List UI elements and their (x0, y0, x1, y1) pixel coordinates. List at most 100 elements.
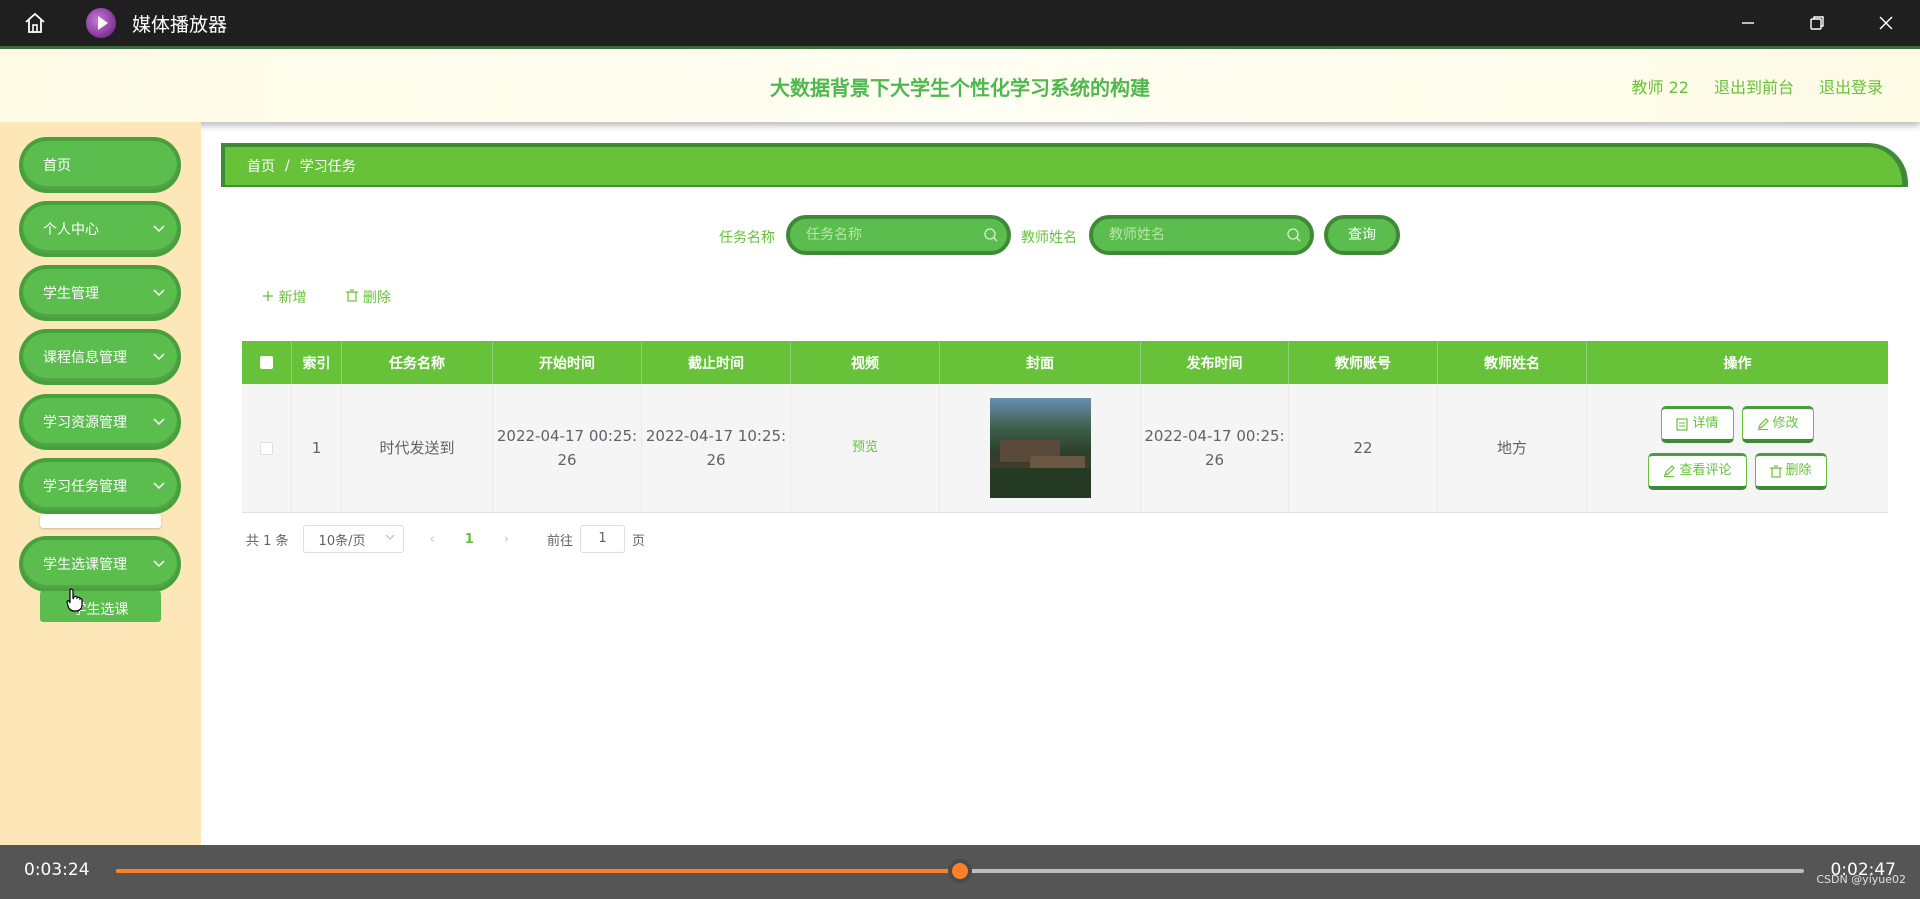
publish-time-cell: 2022-04-17 00:25: 26 (1141, 384, 1289, 512)
column-header: 索引 (292, 341, 342, 384)
search-bar: 任务名称 任务名称 教师姓名 教师姓名 查询 (0, 215, 1920, 255)
sidebar-item-label: 学生选课管理 (43, 557, 127, 573)
column-header: 开始时间 (493, 341, 642, 384)
task-name-cell: 时代发送到 (342, 384, 493, 512)
minimize-icon[interactable] (1713, 0, 1782, 46)
close-icon[interactable] (1851, 0, 1920, 46)
sidebar-item-label: 学习任务管理 (43, 479, 127, 495)
operations-row: 详情 修改 (1661, 406, 1814, 443)
column-header: 教师姓名 (1438, 341, 1587, 384)
column-header: 教师账号 (1289, 341, 1438, 384)
start-time-line1: 2022-04-17 00:25: (496, 427, 638, 445)
view-comments-label: 查看评论 (1679, 463, 1732, 478)
operations-cell: 详情 修改 查看评论 删除 (1587, 384, 1888, 512)
submenu-placeholder[interactable] (40, 514, 161, 528)
goto-label: 前往 (547, 533, 574, 549)
app-header: 大数据背景下大学生个性化学习系统的构建 教师 22 退出到前台 退出登录 (0, 46, 1920, 122)
operations-group: 详情 修改 查看评论 删除 (1648, 406, 1827, 490)
cover-cell (940, 384, 1141, 512)
sidebar-item-learning-resources[interactable]: 学习资源管理 (19, 394, 181, 450)
start-time-line2: 26 (557, 451, 577, 469)
start-time-cell: 2022-04-17 00:25: 26 (493, 384, 642, 512)
edit-button[interactable]: 修改 (1741, 406, 1814, 443)
row-delete-label: 删除 (1785, 463, 1812, 478)
page-size-select[interactable]: 10条/页 (302, 525, 404, 553)
sidebar-item-student-management[interactable]: 学生管理 (19, 265, 181, 321)
sidebar-item-label: 学习资源管理 (43, 415, 127, 431)
back-to-front-link[interactable]: 退出到前台 (1714, 74, 1794, 98)
index-cell: 1 (292, 384, 342, 512)
select-all-cell (242, 341, 292, 384)
sidebar-item-course-info[interactable]: 课程信息管理 (19, 329, 181, 385)
column-header: 视频 (791, 341, 940, 384)
header-links: 教师 22 退出到前台 退出登录 (1632, 74, 1883, 98)
sidebar-item-label: 学生管理 (43, 286, 99, 302)
video-cell: 预览 (791, 384, 940, 512)
teacher-account-cell: 22 (1289, 384, 1438, 512)
row-checkbox[interactable] (260, 441, 273, 455)
detail-button[interactable]: 详情 (1661, 406, 1734, 443)
logout-link[interactable]: 退出登录 (1819, 74, 1883, 98)
seek-bar[interactable] (116, 859, 1804, 883)
edit-button-label: 修改 (1772, 416, 1799, 431)
delete-button-label: 删除 (362, 290, 391, 306)
end-time-cell: 2022-04-17 10:25: 26 (642, 384, 791, 512)
search-icon (984, 228, 998, 242)
player-controls: 0:03:24 0:02:47 CSDN @yiyue02 (0, 845, 1920, 899)
sidebar-item-course-selection[interactable]: 学生选课管理 (19, 536, 181, 592)
teacher-name-input[interactable]: 教师姓名 (1089, 215, 1314, 255)
publish-time-line2: 26 (1204, 451, 1225, 469)
trash-icon (346, 289, 359, 302)
seek-handle[interactable] (948, 859, 972, 883)
sidebar-item-learning-tasks[interactable]: 学习任务管理 (19, 458, 181, 514)
operations-row: 查看评论 删除 (1648, 453, 1827, 490)
sidebar-item-label: 首页 (43, 158, 71, 174)
task-name-placeholder: 任务名称 (806, 227, 862, 243)
sidebar-item-home[interactable]: 首页 (19, 137, 181, 193)
row-delete-button[interactable]: 删除 (1754, 453, 1827, 490)
user-label[interactable]: 教师 22 (1632, 74, 1689, 98)
sidebar-item-label: 课程信息管理 (43, 350, 127, 366)
hand-cursor-icon (66, 588, 83, 612)
select-all-checkbox[interactable] (260, 356, 273, 369)
detail-button-label: 详情 (1692, 416, 1719, 431)
teacher-name-placeholder: 教师姓名 (1109, 227, 1165, 243)
column-header: 截止时间 (642, 341, 791, 384)
document-icon (1676, 417, 1689, 431)
next-page-icon[interactable]: › (504, 532, 509, 547)
chevron-down-icon (153, 560, 165, 568)
restore-icon[interactable] (1782, 0, 1851, 46)
chevron-down-icon (153, 353, 165, 361)
submenu-item-course-selection[interactable]: 学生选课 (40, 591, 161, 622)
table-header: 索引 任务名称 开始时间 截止时间 视频 封面 发布时间 教师账号 教师姓名 操… (242, 341, 1888, 384)
total-count: 共 1 条 (246, 533, 289, 549)
publish-time-line1: 2022-04-17 00:25: (1144, 427, 1285, 445)
edit-icon (1664, 465, 1676, 477)
media-player-logo-icon (86, 8, 116, 38)
seek-bar-progress (116, 869, 960, 873)
end-time-line2: 26 (706, 451, 726, 469)
end-time-line1: 2022-04-17 10:25: (645, 427, 787, 445)
add-button[interactable]: 新增 (262, 287, 306, 307)
query-button[interactable]: 查询 (1324, 215, 1400, 255)
delete-button[interactable]: 删除 (346, 287, 391, 307)
chevron-down-icon (153, 418, 165, 426)
view-comments-button[interactable]: 查看评论 (1648, 453, 1747, 490)
row-select-cell (242, 384, 292, 512)
page-number[interactable]: 1 (465, 532, 474, 547)
page-size-value: 10条/页 (318, 533, 366, 549)
current-time: 0:03:24 (24, 860, 90, 880)
breadcrumb: 首页 / 学习任务 (221, 143, 1908, 187)
breadcrumb-home[interactable]: 首页 (247, 156, 275, 176)
cover-image[interactable] (989, 398, 1091, 498)
home-icon[interactable] (0, 0, 70, 46)
column-header: 任务名称 (342, 341, 493, 384)
table-row: 1 时代发送到 2022-04-17 00:25: 26 2022-04-17 … (242, 384, 1888, 513)
prev-page-icon[interactable]: ‹ (430, 532, 435, 547)
teacher-name-label: 教师姓名 (1021, 230, 1077, 246)
window-controls (1713, 0, 1920, 46)
goto-page-input[interactable]: 1 (580, 525, 626, 553)
goto-suffix: 页 (632, 533, 646, 549)
task-name-input[interactable]: 任务名称 (786, 215, 1011, 255)
video-preview-link[interactable]: 预览 (852, 436, 878, 460)
